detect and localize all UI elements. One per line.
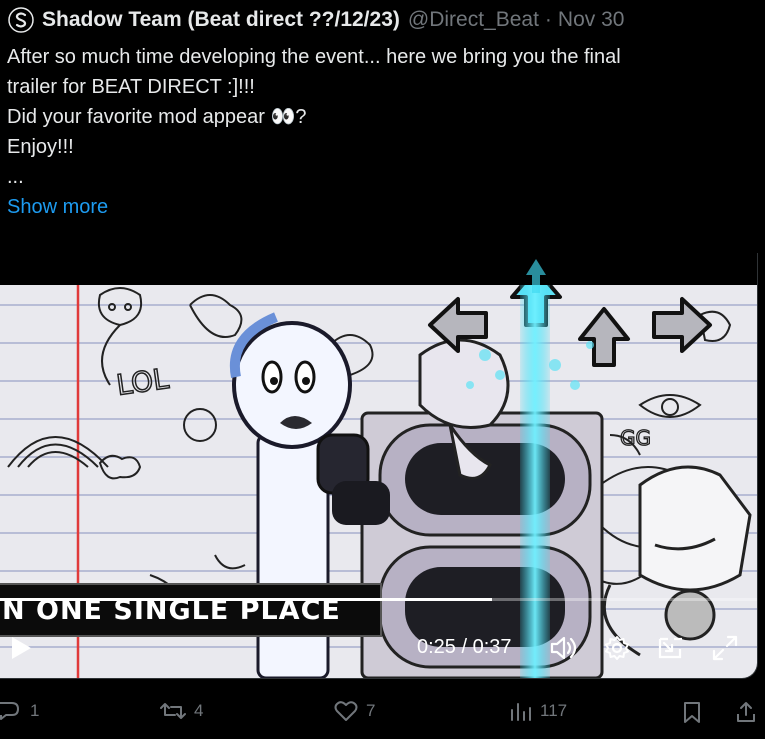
avatar[interactable] xyxy=(8,7,34,33)
like-button[interactable]: 7 xyxy=(334,700,375,722)
tweet-line: Did your favorite mod appear 👀? xyxy=(7,106,307,128)
show-more-link[interactable]: Show more xyxy=(7,192,747,222)
video-player[interactable]: LOL GG N ONE SINGLE PLACE xyxy=(0,253,758,679)
play-icon[interactable] xyxy=(7,634,35,662)
settings-gear-icon[interactable] xyxy=(602,633,632,663)
reply-button[interactable]: 1 xyxy=(0,700,39,722)
separator-dot: · xyxy=(544,8,552,31)
tweet: Shadow Team (Beat direct ??/12/23) @Dire… xyxy=(0,0,765,739)
repost-count: 4 xyxy=(194,701,204,720)
views-count: 117 xyxy=(540,701,568,720)
volume-icon[interactable] xyxy=(548,633,578,663)
tweet-line: trailer for BEAT DIRECT :]!!! xyxy=(7,76,255,98)
beam-glow-icon xyxy=(526,259,546,293)
video-controls: 0:25 / 0:37 xyxy=(0,620,757,676)
reply-icon xyxy=(0,702,19,720)
share-icon[interactable] xyxy=(734,700,758,724)
like-count: 7 xyxy=(366,701,376,720)
views-button[interactable]: 117 xyxy=(508,700,567,722)
team-logo-icon xyxy=(8,7,34,33)
video-time: 0:25 / 0:37 xyxy=(417,636,512,658)
display-name[interactable]: Shadow Team (Beat direct ??/12/23) xyxy=(42,8,400,32)
bookmark-icon[interactable] xyxy=(680,700,704,724)
tweet-header: Shadow Team (Beat direct ??/12/23) @Dire… xyxy=(8,7,624,33)
user-handle[interactable]: @Direct_Beat xyxy=(408,8,539,32)
views-chart-icon xyxy=(511,703,531,721)
tweet-line: Enjoy!!! xyxy=(7,136,74,158)
tweet-action-bar: 1 4 7 117 xyxy=(0,697,765,733)
repost-icon xyxy=(160,703,186,719)
picture-in-picture-icon[interactable] xyxy=(656,633,686,663)
video-progress-fill xyxy=(0,598,493,601)
repost-button[interactable]: 4 xyxy=(160,700,203,722)
video-progress-bar[interactable] xyxy=(0,598,757,601)
fullscreen-icon[interactable] xyxy=(710,633,740,663)
tweet-text: After so much time developing the event.… xyxy=(7,42,747,222)
tweet-line: After so much time developing the event.… xyxy=(7,46,621,68)
heart-icon xyxy=(334,701,358,721)
reply-count: 1 xyxy=(30,701,40,720)
svg-text:GG: GG xyxy=(620,426,651,450)
post-date[interactable]: Nov 30 xyxy=(558,8,625,32)
tweet-line: ... xyxy=(7,166,24,188)
